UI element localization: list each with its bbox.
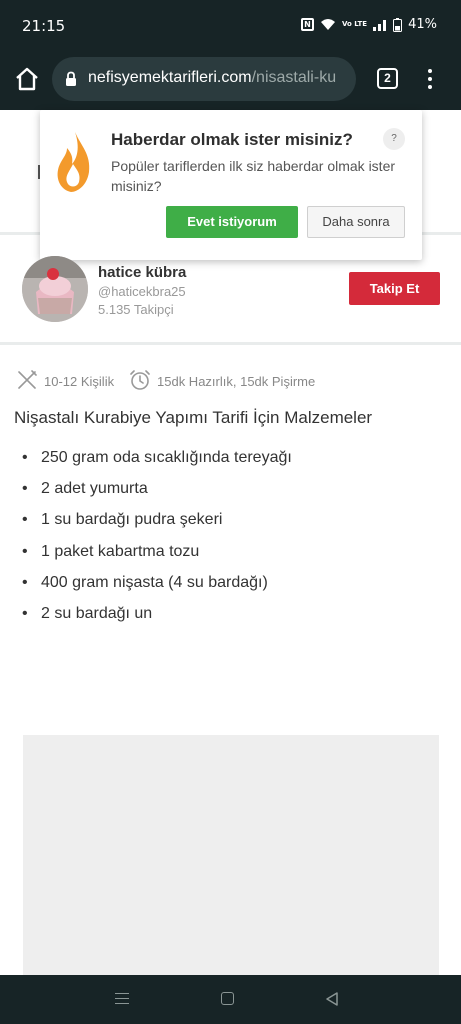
- fork-knife-icon: [16, 369, 38, 394]
- lock-icon: [65, 71, 77, 92]
- servings-info: 10-12 Kişilik: [16, 369, 114, 394]
- volte-label: Vo LTE: [341, 20, 368, 28]
- back-icon[interactable]: [325, 992, 339, 1011]
- url-path: /nisastali-ku: [251, 69, 337, 86]
- url-bar[interactable]: nefisyemektarifleri.com/nisastali-ku: [52, 57, 356, 101]
- ingredients-title: Nişastalı Kurabiye Yapımı Tarifi İçin Ma…: [14, 408, 373, 427]
- servings-text: 10-12 Kişilik: [44, 374, 115, 389]
- status-icons: N Vo LTE 41%: [300, 17, 437, 32]
- status-time: 21:15: [22, 17, 66, 35]
- ad-placeholder: [23, 735, 439, 975]
- home-button[interactable]: [12, 64, 42, 94]
- accept-notifications-button[interactable]: Evet istiyorum: [166, 206, 298, 238]
- author-handle: @haticekbra25: [98, 284, 186, 299]
- signal-icon: [373, 19, 387, 31]
- home-icon: [16, 67, 38, 91]
- follow-button[interactable]: Takip Et: [349, 272, 440, 305]
- author-name[interactable]: hatice kübra: [98, 264, 186, 281]
- tab-switcher-button[interactable]: 2: [377, 68, 398, 89]
- recent-apps-icon[interactable]: [115, 993, 129, 1008]
- system-nav-bar: [0, 975, 461, 1024]
- time-info: 15dk Hazırlık, 15dk Pişirme: [129, 369, 315, 394]
- home-nav-icon[interactable]: [221, 992, 234, 1005]
- status-bar: 21:15 N Vo LTE 41%: [0, 0, 461, 50]
- alarm-clock-icon: [129, 369, 151, 394]
- list-item: • 400 gram nişasta (4 su bardağı): [22, 573, 268, 591]
- battery-percent: 41%: [408, 17, 437, 32]
- notification-prompt: Haberdar olmak ister misiniz? ? Popüler …: [40, 110, 422, 260]
- ingredients-list: • 250 gram oda sıcaklığında tereyağı • 2 a…: [22, 446, 292, 633]
- author-followers: 5.135 Takipçi: [98, 302, 174, 317]
- flame-icon: [55, 130, 93, 199]
- avatar[interactable]: [22, 256, 88, 322]
- more-menu-icon[interactable]: [422, 66, 438, 92]
- url-text: nefisyemektarifleri.com/nisastali-ku: [88, 69, 336, 87]
- list-item: • 250 gram oda sıcaklığında tereyağı: [22, 449, 292, 466]
- url-domain: nefisyemektarifleri.com: [88, 69, 252, 86]
- notification-title: Haberdar olmak ister misiniz?: [111, 130, 353, 149]
- wifi-icon: [320, 18, 336, 31]
- nfc-icon: N: [300, 18, 314, 31]
- help-button[interactable]: ?: [383, 128, 405, 150]
- list-item: • 1 paket kabartma tozu: [22, 542, 200, 560]
- list-item: • 2 su bardağı un: [22, 604, 153, 622]
- battery-icon: [393, 17, 403, 32]
- list-item: • 1 su bardağı pudra şekeri: [22, 511, 223, 529]
- list-item: • 2 adet yumurta: [22, 480, 148, 498]
- later-button[interactable]: Daha sonra: [307, 206, 405, 238]
- divider: [0, 342, 461, 345]
- browser-toolbar: nefisyemektarifleri.com/nisastali-ku 2: [0, 50, 461, 110]
- notification-message: Popüler tariflerden ilk siz haberdar olm…: [111, 158, 396, 194]
- time-text: 15dk Hazırlık, 15dk Pişirme: [157, 374, 316, 389]
